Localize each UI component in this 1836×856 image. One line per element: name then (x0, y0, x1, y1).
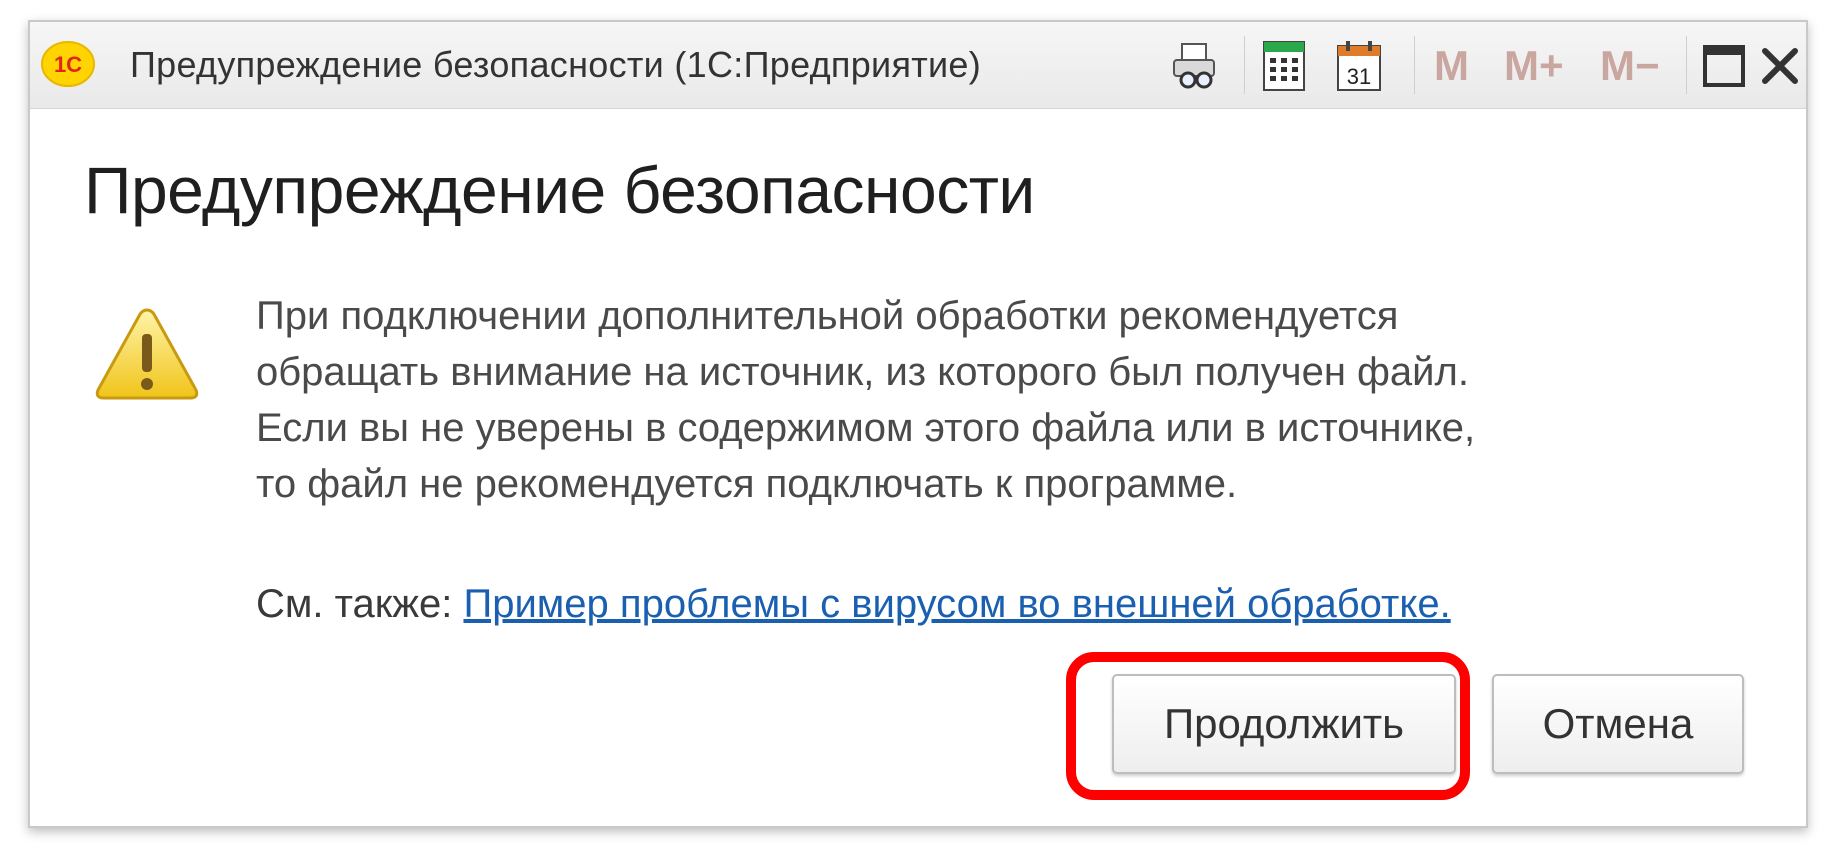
calendar-day: 31 (1347, 64, 1371, 89)
toolbar-separator (1686, 36, 1687, 94)
calculator-icon[interactable] (1262, 40, 1306, 92)
message-line: то файл не рекомендуется подключать к пр… (256, 462, 1238, 506)
logo-text: 1С (54, 52, 82, 77)
security-warning-window: 1С Предупреждение безопасности (1С:Предп… (28, 20, 1808, 828)
1c-logo-icon: 1С (41, 41, 95, 87)
continue-highlight-annotation (1066, 652, 1470, 800)
toolbar-separator (1414, 36, 1415, 94)
dialog-heading: Предупреждение безопасности (84, 153, 1035, 227)
memory-button-m-minus[interactable]: M− (1600, 42, 1660, 90)
calendar-icon[interactable]: 31 (1336, 40, 1382, 92)
cancel-button[interactable]: Отмена (1492, 674, 1744, 774)
see-also-label: См. также: (256, 582, 464, 626)
close-icon[interactable] (1760, 46, 1800, 86)
warning-message: При подключении дополнительной обработки… (256, 288, 1636, 512)
window-title: Предупреждение безопасности (1С:Предприя… (130, 44, 982, 85)
memory-button-m-plus[interactable]: M+ (1504, 42, 1564, 90)
print-preview-icon[interactable] (1170, 40, 1222, 92)
toolbar-separator (1244, 36, 1245, 94)
screen: 1С Предупреждение безопасности (1С:Предп… (0, 0, 1836, 856)
maximize-icon[interactable] (1702, 44, 1746, 88)
memory-button-m[interactable]: M (1434, 42, 1469, 90)
title-bar[interactable]: 1С Предупреждение безопасности (1С:Предп… (30, 22, 1806, 109)
message-line: обращать внимание на источник, из которо… (256, 350, 1469, 394)
virus-example-link[interactable]: Пример проблемы с вирусом во внешней обр… (463, 582, 1450, 626)
message-line: При подключении дополнительной обработки… (256, 294, 1399, 338)
see-also: См. также: Пример проблемы с вирусом во … (256, 582, 1451, 627)
message-line: Если вы не уверены в содержимом этого фа… (256, 406, 1476, 450)
warning-icon (95, 308, 199, 400)
